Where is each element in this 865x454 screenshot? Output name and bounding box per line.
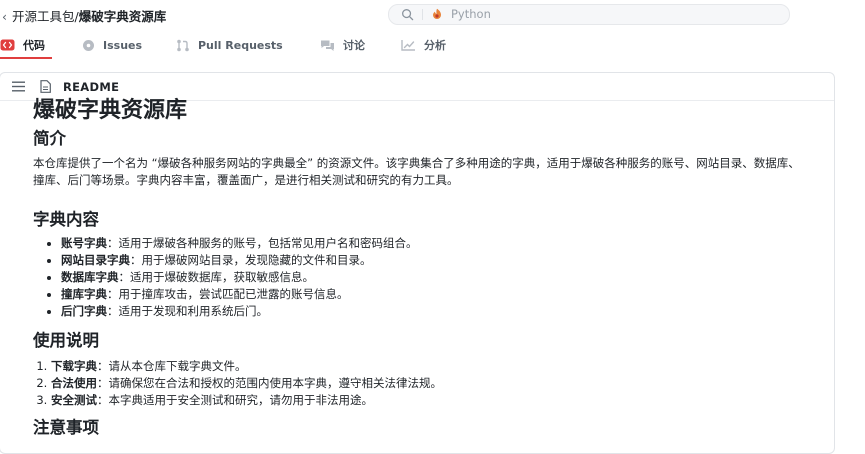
- list-item: 数据库字典：适用于爆破数据库，获取敏感信息。: [61, 269, 831, 286]
- code-icon: [0, 39, 15, 51]
- menu-icon[interactable]: [12, 81, 25, 92]
- content-heading: 字典内容: [33, 210, 99, 229]
- list-item-desc: ：适用于爆破数据库，获取敏感信息。: [118, 270, 315, 284]
- search-box[interactable]: [388, 4, 790, 25]
- tab-pull-requests[interactable]: Pull Requests: [176, 30, 283, 60]
- active-tab-indicator: [0, 57, 52, 59]
- content-list: 账号字典：适用于爆破各种服务的账号，包括常见用户名和密码组合。 网站目录字典：用…: [33, 235, 831, 320]
- list-item-term: 网站目录字典: [61, 253, 130, 267]
- repo-tabs: 代码 Issues Pull Requests 讨论 分析: [0, 30, 865, 60]
- list-item-desc: ：适用于爆破各种服务的账号，包括常见用户名和密码组合。: [107, 236, 418, 250]
- search-divider: [422, 9, 423, 20]
- tab-label: 代码: [23, 39, 45, 52]
- list-item-desc: ：请确保您在合法和授权的范围内使用本字典，遵守相关法律法规。: [97, 376, 442, 390]
- list-item-term: 下载字典: [51, 359, 97, 373]
- list-item-desc: ：本字典适用于安全测试和研究，请勿用于非法用途。: [97, 393, 373, 407]
- issues-icon: [83, 39, 94, 51]
- document-icon: [40, 80, 51, 93]
- search-icon: [402, 9, 414, 21]
- discussion-icon: [321, 40, 334, 51]
- list-item-term: 后门字典: [61, 304, 107, 318]
- intro-heading: 简介: [33, 129, 66, 148]
- list-item-desc: ：用于撞库攻击，尝试匹配已泄露的账号信息。: [107, 287, 349, 301]
- list-item: 网站目录字典：用于爆破网站目录，发现隐藏的文件和目录。: [61, 252, 831, 269]
- tab-label: Pull Requests: [198, 38, 283, 52]
- list-item-term: 安全测试: [51, 393, 97, 407]
- usage-list: 下载字典：请从本仓库下载字典文件。 合法使用：请确保您在合法和授权的范围内使用本…: [33, 358, 821, 409]
- readme-label: README: [63, 80, 120, 94]
- tab-label: 讨论: [343, 39, 365, 52]
- tab-label: 分析: [424, 39, 446, 52]
- list-item-term: 账号字典: [61, 236, 107, 250]
- chevron-left-icon[interactable]: ‹: [2, 9, 8, 24]
- list-item-desc: ：适用于发现和利用系统后门。: [107, 304, 268, 318]
- tab-code[interactable]: 代码: [0, 30, 52, 60]
- list-item: 撞库字典：用于撞库攻击，尝试匹配已泄露的账号信息。: [61, 286, 831, 303]
- tab-label: Issues: [103, 38, 143, 52]
- repo-breadcrumb: ‹ 开源工具包/爆破字典资源库: [2, 6, 166, 25]
- list-item-term: 撞库字典: [61, 287, 107, 301]
- readme-title: 爆破字典资源库: [33, 98, 188, 123]
- usage-heading: 使用说明: [33, 331, 99, 350]
- list-item-desc: ：请从本仓库下载字典文件。: [97, 359, 247, 373]
- tab-discussion[interactable]: 讨论: [320, 30, 365, 60]
- analytics-icon: [401, 40, 415, 51]
- tab-analytics[interactable]: 分析: [401, 30, 446, 60]
- python-language-icon: [433, 8, 441, 19]
- list-item-term: 数据库字典: [61, 270, 119, 284]
- repo-owner-link[interactable]: 开源工具包/: [12, 9, 79, 24]
- intro-paragraph: 本仓库提供了一个名为 “爆破各种服务网站的字典最全” 的资源文件。该字典集合了多…: [33, 156, 800, 187]
- search-input[interactable]: [451, 6, 751, 22]
- list-item: 合法使用：请确保您在合法和授权的范围内使用本字典，遵守相关法律法规。: [51, 375, 821, 392]
- list-item: 安全测试：本字典适用于安全测试和研究，请勿用于非法用途。: [51, 392, 821, 409]
- notes-heading: 注意事项: [33, 418, 99, 437]
- pull-request-icon: [177, 39, 189, 51]
- list-item-desc: ：用于爆破网站目录，发现隐藏的文件和目录。: [130, 253, 372, 267]
- list-item: 后门字典：适用于发现和利用系统后门。: [61, 303, 831, 320]
- list-item-term: 合法使用: [51, 376, 97, 390]
- list-item: 下载字典：请从本仓库下载字典文件。: [51, 358, 821, 375]
- top-bar: ‹ 开源工具包/爆破字典资源库: [0, 0, 865, 29]
- tab-issues[interactable]: Issues: [82, 30, 142, 60]
- list-item: 账号字典：适用于爆破各种服务的账号，包括常见用户名和密码组合。: [61, 235, 831, 252]
- repo-name-link[interactable]: 爆破字典资源库: [79, 9, 167, 24]
